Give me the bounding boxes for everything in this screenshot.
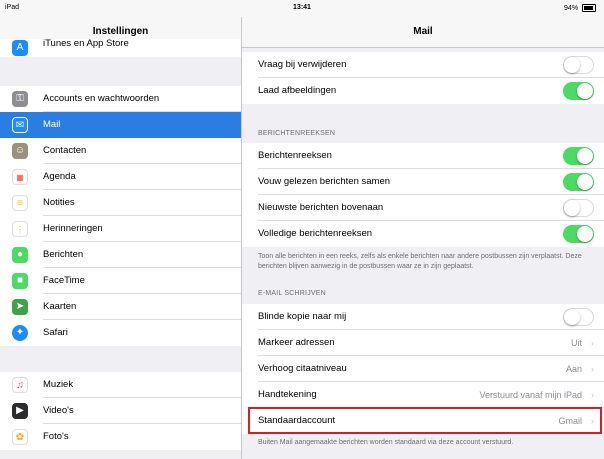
- threads-section-header: BERICHTENREEKSEN: [258, 130, 336, 137]
- row-value: Uit: [571, 338, 582, 348]
- sidebar-item-label: Berichten: [43, 249, 84, 260]
- sidebar-item-label: Kaarten: [43, 301, 77, 312]
- battery-percent: 94%: [564, 4, 579, 12]
- music-icon: ♫: [12, 377, 28, 393]
- key-icon: ⚿: [12, 91, 28, 107]
- sidebar-item-notes[interactable]: ≡ Notities: [0, 190, 241, 216]
- row-label: Vouw gelezen berichten samen: [258, 176, 391, 187]
- sidebar-item-mail[interactable]: ✉ Mail: [0, 112, 241, 138]
- sidebar-item-label: iTunes en App Store: [43, 38, 129, 49]
- compose-section-header: E-MAIL SCHRIJVEN: [258, 290, 326, 297]
- messages-icon: ●: [12, 247, 28, 263]
- default-account-highlight: [248, 407, 602, 434]
- collapse-read-toggle[interactable]: [563, 173, 594, 191]
- sidebar-item-itunes[interactable]: A iTunes en App Store: [0, 38, 241, 57]
- status-bar: iPad 13:41 94%: [0, 0, 604, 17]
- row-label: Handtekening: [258, 389, 317, 400]
- row-label: Laad afbeeldingen: [258, 85, 337, 96]
- sidebar-item-label: Contacten: [43, 145, 87, 156]
- page-title: Mail: [242, 17, 604, 48]
- row-bcc-myself[interactable]: Blinde kopie naar mij: [242, 304, 604, 330]
- chevron-right-icon: ›: [591, 364, 594, 374]
- row-label: Vraag bij verwijderen: [258, 59, 347, 70]
- row-label: Blinde kopie naar mij: [258, 311, 347, 322]
- sidebar-item-label: Muziek: [43, 379, 74, 390]
- mail-settings-panel: Mail Vraag bij verwijderen Laad afbeeldi…: [242, 17, 604, 459]
- facetime-icon: ■: [12, 273, 28, 289]
- complete-threads-toggle[interactable]: [563, 225, 594, 243]
- row-mark-addresses[interactable]: Markeer adressen Uit ›: [242, 330, 604, 356]
- row-collapse-read[interactable]: Vouw gelezen berichten samen: [242, 169, 604, 195]
- row-label: Volledige berichtenreeksen: [258, 228, 373, 239]
- threading-toggle[interactable]: [563, 147, 594, 165]
- sidebar-item-messages[interactable]: ● Berichten: [0, 242, 241, 268]
- sidebar-item-facetime[interactable]: ■ FaceTime: [0, 268, 241, 294]
- sidebar-item-videos[interactable]: ▶ Video's: [0, 398, 241, 424]
- sidebar-item-music[interactable]: ♫ Muziek: [0, 372, 241, 398]
- sidebar-item-safari[interactable]: ✦ Safari: [0, 320, 241, 346]
- row-value: Aan: [565, 364, 582, 374]
- sidebar-item-photos[interactable]: ✿ Foto's: [0, 424, 241, 450]
- maps-icon: ➤: [12, 299, 28, 315]
- app-store-icon: A: [12, 40, 28, 56]
- sidebar-item-contacts[interactable]: ☺ Contacten: [0, 138, 241, 164]
- sidebar-item-label: Herinneringen: [43, 223, 103, 234]
- sidebar-item-label: FaceTime: [43, 275, 85, 286]
- sidebar-item-maps[interactable]: ➤ Kaarten: [0, 294, 241, 320]
- envelope-icon: ✉: [12, 117, 28, 133]
- reminders-icon: ⋮: [12, 221, 28, 237]
- row-threading[interactable]: Berichtenreeksen: [242, 143, 604, 169]
- row-label: Markeer adressen: [258, 337, 335, 348]
- sidebar-item-label: Foto's: [43, 431, 69, 442]
- row-newest-on-top[interactable]: Nieuwste berichten bovenaan: [242, 195, 604, 221]
- row-signature[interactable]: Handtekening Verstuurd vanaf mijn iPad ›: [242, 382, 604, 408]
- row-label: Verhoog citaatniveau: [258, 363, 347, 374]
- sidebar-item-label: Video's: [43, 405, 74, 416]
- ask-before-delete-toggle[interactable]: [563, 56, 594, 74]
- clock: 13:41: [293, 4, 311, 11]
- battery-indicator: 94%: [564, 4, 596, 12]
- row-load-images[interactable]: Laad afbeeldingen: [242, 78, 604, 104]
- contacts-icon: ☺: [12, 143, 28, 159]
- row-ask-before-delete[interactable]: Vraag bij verwijderen: [242, 52, 604, 78]
- row-label: Nieuwste berichten bovenaan: [258, 202, 384, 213]
- sidebar-item-calendar[interactable]: ▦ Agenda: [0, 164, 241, 190]
- calendar-icon: ▦: [12, 169, 28, 185]
- compass-icon: ✦: [12, 325, 28, 341]
- chevron-right-icon: ›: [591, 338, 594, 348]
- compose-footnote: Buiten Mail aangemaakte berichten worden…: [258, 439, 514, 446]
- row-complete-threads[interactable]: Volledige berichtenreeksen: [242, 221, 604, 247]
- row-increase-quote-level[interactable]: Verhoog citaatniveau Aan ›: [242, 356, 604, 382]
- row-value: Verstuurd vanaf mijn iPad: [479, 390, 582, 400]
- sidebar-item-label: Safari: [43, 327, 68, 338]
- clapperboard-icon: ▶: [12, 403, 28, 419]
- threads-footnote: Toon alle berichten in een reeks, zelfs …: [258, 253, 582, 270]
- sidebar-item-reminders[interactable]: ⋮ Herinneringen: [0, 216, 241, 242]
- photos-icon: ✿: [12, 429, 28, 445]
- battery-icon: [582, 4, 596, 12]
- settings-sidebar: Instellingen A iTunes en App Store ⚿ Acc…: [0, 17, 242, 459]
- notes-icon: ≡: [12, 195, 28, 211]
- sidebar-item-label: Agenda: [43, 171, 76, 182]
- load-images-toggle[interactable]: [563, 82, 594, 100]
- sidebar-item-accounts[interactable]: ⚿ Accounts en wachtwoorden: [0, 86, 241, 112]
- newest-on-top-toggle[interactable]: [563, 199, 594, 217]
- row-label: Berichtenreeksen: [258, 150, 332, 161]
- chevron-right-icon: ›: [591, 390, 594, 400]
- sidebar-item-label: Accounts en wachtwoorden: [43, 93, 160, 104]
- sidebar-item-label: Notities: [43, 197, 75, 208]
- bcc-myself-toggle[interactable]: [563, 308, 594, 326]
- sidebar-item-label: Mail: [43, 119, 61, 130]
